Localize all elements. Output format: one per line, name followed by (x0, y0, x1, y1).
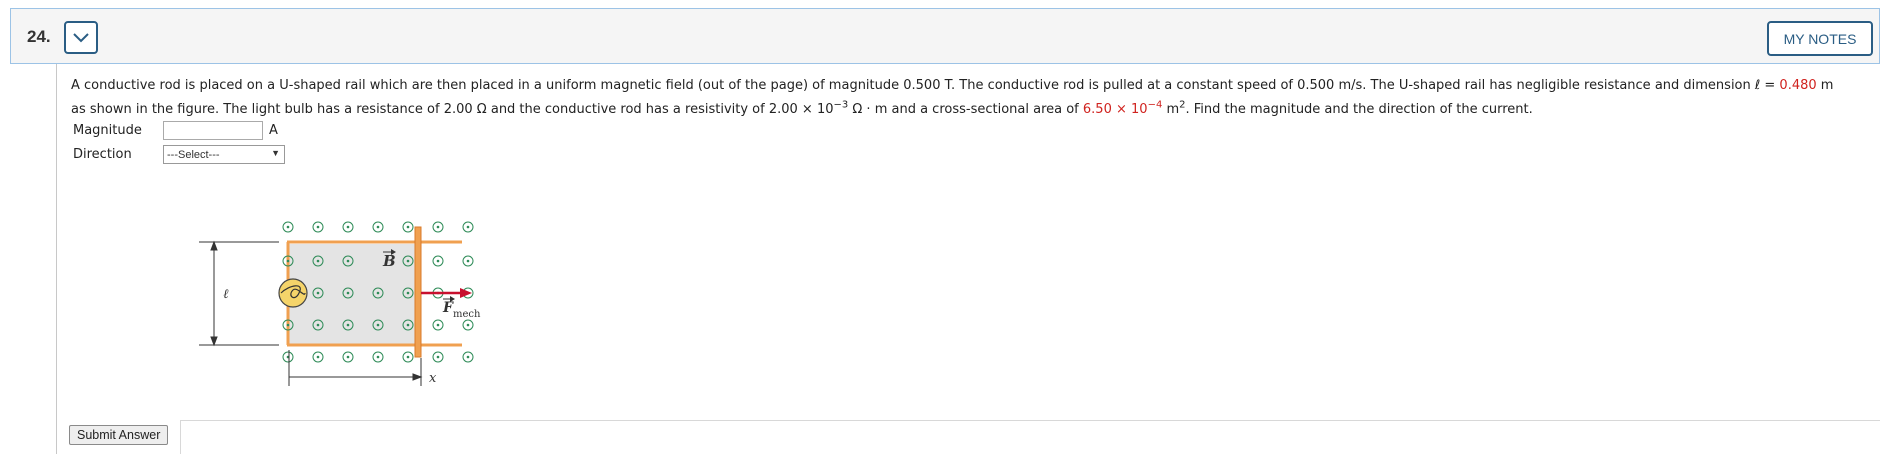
length-label: ℓ (223, 287, 229, 302)
field-dot-center (316, 323, 320, 327)
field-dot-center (316, 259, 320, 263)
submit-answer-button[interactable]: Submit Answer (69, 425, 169, 445)
question-text-line1: A conductive rod is placed on a U-shaped… (71, 78, 1834, 93)
collapse-button[interactable] (64, 21, 98, 54)
field-dot-center (406, 225, 410, 229)
chevron-down-icon (73, 32, 89, 42)
field-dot-center (346, 323, 350, 327)
field-dot-center (406, 323, 410, 327)
question-number: 24. (27, 27, 51, 46)
field-dot-center (436, 355, 440, 359)
field-dot-center (346, 355, 350, 359)
ell-value: 0.480 (1779, 78, 1817, 93)
field-dot-center (376, 355, 380, 359)
conductive-rod (414, 226, 422, 358)
field-dot-center (316, 291, 320, 295)
position-label: x (429, 371, 437, 386)
field-dot-center (286, 259, 290, 263)
circuit-figure: ℓ B F mech x (199, 221, 481, 386)
direction-select[interactable]: ---Select--- ▼ (163, 145, 285, 164)
direction-select-value: ---Select--- (167, 148, 220, 161)
field-label: B (382, 252, 396, 270)
position-dimension (288, 350, 423, 386)
field-dot-center (436, 225, 440, 229)
field-dot-center (376, 225, 380, 229)
field-dot-center (346, 291, 350, 295)
field-dot-center (466, 225, 470, 229)
direction-label: Direction (73, 147, 132, 162)
field-dot-center (286, 323, 290, 327)
field-dot-center (436, 259, 440, 263)
submit-area (180, 420, 1880, 454)
field-dot-center (406, 355, 410, 359)
field-dot-center (466, 259, 470, 263)
magnitude-input[interactable] (163, 121, 263, 140)
field-dot-center (466, 323, 470, 327)
field-dot-center (316, 225, 320, 229)
field-dot-center (346, 225, 350, 229)
field-dot-center (316, 355, 320, 359)
my-notes-button[interactable]: MY NOTES (1767, 21, 1873, 56)
field-dot-center (406, 259, 410, 263)
field-dot-center (376, 291, 380, 295)
field-dot-center (406, 291, 410, 295)
magnitude-label: Magnitude (73, 123, 142, 138)
field-dot-center (376, 323, 380, 327)
magnitude-unit: A (269, 123, 278, 138)
question-header: 24. MY NOTES (10, 8, 1880, 64)
light-bulb-icon (278, 278, 308, 308)
force-subscript: mech (453, 309, 481, 320)
length-dimension (199, 240, 279, 347)
question-text: A conductive rod is placed on a U-shaped… (71, 74, 1871, 122)
field-dot-center (436, 323, 440, 327)
question-body: A conductive rod is placed on a U-shaped… (56, 64, 1882, 454)
field-dot-center (346, 259, 350, 263)
dropdown-arrow-icon: ▼ (271, 148, 280, 158)
field-dot-center (286, 225, 290, 229)
question-text-line2: as shown in the figure. The light bulb h… (71, 99, 1533, 117)
area-value: 6.50 × 10−4 (1082, 99, 1163, 117)
field-dot-center (466, 355, 470, 359)
enclosed-area (289, 244, 415, 344)
